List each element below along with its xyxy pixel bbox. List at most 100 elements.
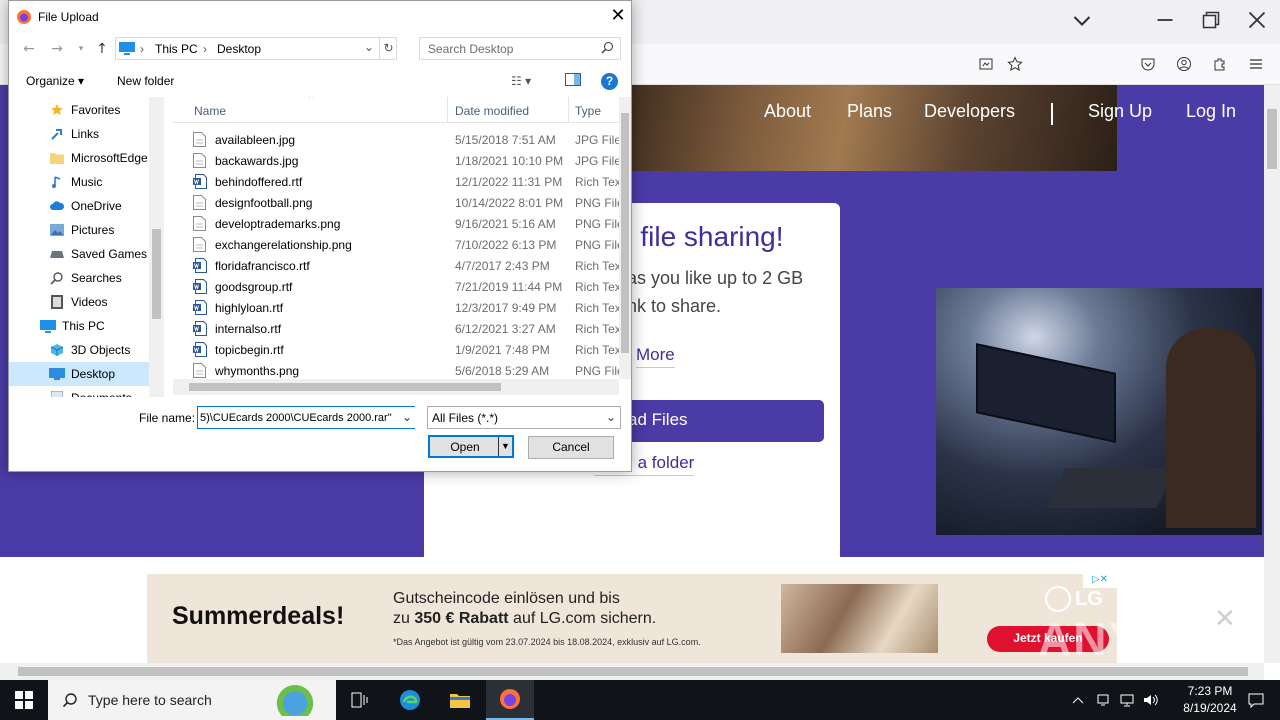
file-row[interactable]: exchangerelationship.png 7/10/2022 6:13 P… bbox=[173, 234, 619, 255]
tree-item-saved-games[interactable]: Saved Games bbox=[9, 242, 149, 266]
file-row[interactable]: goodsgroup.rtf 7/21/2019 11:44 PM Rich Tex… bbox=[173, 276, 619, 297]
address-bar[interactable]: › This PC › Desktop ⌄ ↻ bbox=[115, 37, 397, 60]
column-type[interactable]: Type bbox=[575, 104, 601, 118]
nav-about[interactable]: About bbox=[764, 101, 811, 122]
file-row[interactable]: highlyloan.rtf 12/3/2017 9:49 PM Rich Text bbox=[173, 297, 619, 318]
tree-item-3d-objects[interactable]: 3D Objects bbox=[9, 338, 149, 362]
file-row[interactable]: designfootball.png 10/14/2022 8:01 PM PNG … bbox=[173, 192, 619, 213]
restore-icon[interactable] bbox=[1199, 8, 1223, 32]
tree-item-label: Desktop bbox=[71, 367, 116, 381]
file-row[interactable]: behindoffered.rtf 12/1/2022 11:31 PM Rich … bbox=[173, 171, 619, 192]
reader-view-icon[interactable] bbox=[976, 54, 996, 74]
tab-list-icon[interactable] bbox=[1070, 8, 1094, 32]
ad-close-icon[interactable]: ✕ bbox=[1214, 606, 1240, 632]
nav-plans[interactable]: Plans bbox=[847, 101, 892, 122]
image-file-icon bbox=[193, 132, 207, 147]
file-row[interactable]: floridafrancisco.rtf 4/7/2017 2:43 PM Rich… bbox=[173, 255, 619, 276]
adchoices-icon[interactable]: ▷✕ bbox=[1083, 574, 1117, 588]
open-button[interactable]: Open ▼ bbox=[428, 435, 514, 458]
close-window-icon[interactable] bbox=[1245, 8, 1269, 32]
bookmark-star-icon[interactable] bbox=[1005, 54, 1025, 74]
nav-sign-up[interactable]: Sign Up bbox=[1088, 101, 1152, 122]
dialog-close-icon[interactable]: ✕ bbox=[607, 5, 629, 27]
file-name: backawards.jpg bbox=[215, 154, 299, 168]
learn-more-link[interactable]: More bbox=[636, 345, 675, 368]
navigation-pane-scrollbar[interactable] bbox=[149, 97, 164, 397]
tree-item-microsoftedge[interactable]: MicrosoftEdge bbox=[9, 146, 149, 170]
page-vertical-scrollbar[interactable] bbox=[1264, 85, 1280, 663]
file-row[interactable]: availableen.jpg 5/15/2018 7:51 AM JPG File bbox=[173, 129, 619, 150]
file-name-dropdown-icon[interactable]: ⌄ bbox=[399, 407, 415, 428]
file-explorer-icon[interactable] bbox=[436, 680, 484, 720]
address-dropdown-icon[interactable]: ⌄ bbox=[364, 40, 374, 54]
preview-pane-icon[interactable] bbox=[565, 73, 581, 89]
back-icon[interactable]: ← bbox=[19, 39, 39, 59]
file-row[interactable]: backawards.jpg 1/18/2021 10:10 PM JPG File bbox=[173, 150, 619, 171]
firefox-icon bbox=[17, 10, 31, 24]
file-row[interactable]: developtrademarks.png 9/16/2021 5:16 AM PN… bbox=[173, 213, 619, 234]
dialog-titlebar[interactable]: File Upload ✕ bbox=[9, 1, 631, 33]
nav-log-in[interactable]: Log In bbox=[1186, 101, 1236, 122]
lg-advertisement[interactable]: Summerdeals! Gutscheincode einlösen und … bbox=[147, 574, 1117, 663]
pocket-icon[interactable] bbox=[1138, 54, 1158, 74]
nav-developers[interactable]: Developers bbox=[924, 101, 1015, 122]
forward-icon[interactable]: → bbox=[47, 39, 67, 59]
dialog-search-input[interactable]: Search Desktop bbox=[419, 37, 621, 60]
extensions-icon[interactable] bbox=[1210, 54, 1230, 74]
display-icon[interactable] bbox=[1116, 680, 1138, 720]
tree-item-this-pc[interactable]: This PC bbox=[9, 314, 149, 338]
file-type-value: All Files (*.*) bbox=[432, 411, 499, 425]
network-icon[interactable] bbox=[1092, 680, 1114, 720]
taskbar-search[interactable]: Type here to search bbox=[48, 680, 336, 720]
view-options-icon[interactable]: ☷ ▾ bbox=[511, 74, 531, 88]
open-split-arrow-icon[interactable]: ▼ bbox=[498, 437, 512, 456]
tray-overflow-icon[interactable] bbox=[1066, 680, 1090, 720]
organize-button[interactable]: Organize ▾ bbox=[26, 74, 84, 88]
refresh-icon[interactable]: ↻ bbox=[379, 38, 397, 59]
tree-item-music[interactable]: Music bbox=[9, 170, 149, 194]
start-button[interactable] bbox=[0, 680, 48, 720]
file-date: 1/9/2021 7:48 PM bbox=[455, 343, 550, 357]
tree-item-desktop[interactable]: Desktop bbox=[9, 362, 149, 386]
taskbar-search-label: Type here to search bbox=[88, 692, 212, 708]
file-name-input[interactable]: 5)\CUEcards 2000\CUEcards 2000.rar" bbox=[197, 406, 415, 429]
minimize-icon[interactable] bbox=[1153, 8, 1177, 32]
file-row[interactable]: internalso.rtf 6/12/2021 3:27 AM Rich Text bbox=[173, 318, 619, 339]
new-folder-button[interactable]: New folder bbox=[117, 74, 174, 88]
ad-line1: Gutscheincode einlösen und bis bbox=[393, 590, 620, 607]
tree-item-videos[interactable]: Videos bbox=[9, 290, 149, 314]
edge-icon[interactable] bbox=[386, 680, 434, 720]
page-horizontal-scrollbar[interactable] bbox=[0, 663, 1264, 680]
column-date-modified[interactable]: Date modified bbox=[455, 104, 529, 118]
help-icon[interactable]: ? bbox=[601, 73, 618, 90]
file-list-vscrollbar[interactable] bbox=[619, 97, 631, 379]
lg-logo: LG bbox=[1045, 586, 1103, 612]
file-type: JPG File bbox=[575, 133, 619, 147]
tree-item-pictures[interactable]: Pictures bbox=[9, 218, 149, 242]
tree-item-favorites[interactable]: Favorites bbox=[9, 98, 149, 122]
file-row[interactable]: topicbegin.rtf 1/9/2021 7:48 PM Rich Text bbox=[173, 339, 619, 360]
tree-item-searches[interactable]: Searches bbox=[9, 266, 149, 290]
file-type-select[interactable]: All Files (*.*) ⌄ bbox=[427, 406, 621, 429]
cancel-button[interactable]: Cancel bbox=[528, 436, 614, 459]
search-icon bbox=[601, 42, 613, 54]
tree-item-onedrive[interactable]: OneDrive bbox=[9, 194, 149, 218]
column-name[interactable]: Name bbox=[194, 104, 226, 118]
address-desktop[interactable]: Desktop bbox=[217, 42, 261, 56]
firefox-taskbar-icon[interactable] bbox=[486, 680, 534, 720]
notifications-icon[interactable] bbox=[1232, 680, 1280, 720]
menu-icon[interactable] bbox=[1246, 54, 1266, 74]
address-this-pc[interactable]: This PC bbox=[155, 42, 198, 56]
tree-item-links[interactable]: Links bbox=[9, 122, 149, 146]
file-row[interactable]: whymonths.png 5/6/2018 5:29 AM PNG File bbox=[173, 360, 619, 381]
file-date: 1/18/2021 10:10 PM bbox=[455, 154, 564, 168]
folder-icon bbox=[49, 150, 65, 166]
task-view-icon[interactable] bbox=[336, 680, 384, 720]
account-icon[interactable] bbox=[1174, 54, 1194, 74]
recent-locations-icon[interactable]: ▾ bbox=[71, 39, 91, 59]
videos-icon bbox=[49, 294, 65, 310]
up-icon[interactable]: ↑ bbox=[92, 39, 112, 59]
volume-icon[interactable] bbox=[1140, 680, 1162, 720]
tree-item-documents[interactable]: Documents bbox=[9, 386, 149, 397]
file-list-hscrollbar[interactable] bbox=[173, 379, 619, 395]
